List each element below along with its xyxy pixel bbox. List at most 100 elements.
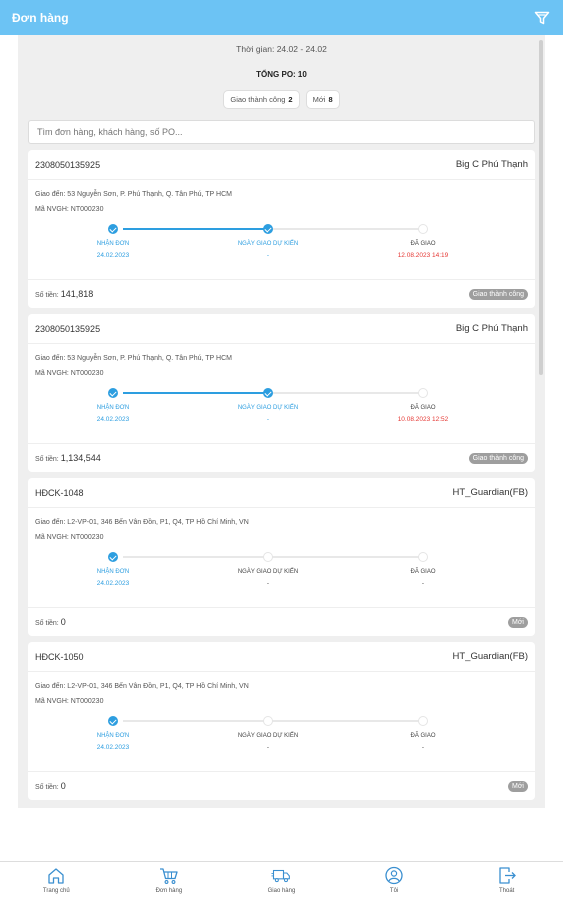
delivery-address: Giao đến: 53 Nguyễn Sơn, P. Phú Thạnh, Q… [35,191,232,198]
filter-icon[interactable] [533,9,551,27]
step-value: 24.02.2023 [96,580,130,587]
order-timeline: NHẬN ĐƠN 24.02.2023 NGÀY GIAO DỰ KIẾN - ĐÃ G… [28,549,535,601]
step-value: - [266,252,270,259]
timeline-step: NHẬN ĐƠN 24.02.2023 [58,567,168,589]
step-value: - [266,416,270,423]
truck-icon [271,869,291,883]
timeline-step-dot [108,388,118,398]
page-title: Đơn hàng [12,10,69,25]
order-code: 2308050135925 [35,159,101,170]
customer-name: Big C Phú Thạnh [455,159,528,170]
nav-profile[interactable]: Tôi [338,862,451,900]
timeline-step-dot [263,388,273,398]
status-badge: Giao thành công [468,452,528,464]
nav-orders[interactable]: Đơn hàng [113,862,226,900]
timeline-step: NHẬN ĐƠN 24.02.2023 [58,731,168,753]
user-icon [385,866,403,885]
order-code: HĐCK-1050 [35,651,84,662]
step-label: NGÀY GIAO DỰ KIẾN [237,569,299,575]
step-value: 24.02.2023 [96,416,130,423]
timeline-step: ĐÃ GIAO - [368,567,478,589]
scrollbar[interactable] [539,40,543,375]
order-timeline: NHẬN ĐƠN 24.02.2023 NGÀY GIAO DỰ KIẾN - ĐÃ G… [28,221,535,273]
status-badge: Giao thành công [468,288,528,300]
customer-name: HT_Guardian(FB) [452,487,529,498]
order-address-block: Giao đến: L2-VP-01, 346 Bến Vân Đồn, P1,… [28,508,535,545]
status-badge: Mới [508,780,528,792]
timeline-step-dot [418,552,428,562]
order-address-block: Giao đến: L2-VP-01, 346 Bến Vân Đồn, P1,… [28,672,535,709]
order-amount: Số tiền: 0 [35,781,66,791]
order-card-footer: Số tiền: 141,818 Giao thành công [28,279,535,308]
order-timeline: NHẬN ĐƠN 24.02.2023 NGÀY GIAO DỰ KIẾN - ĐÃ G… [28,385,535,437]
timeline-progress [123,392,268,394]
chip-label: Mới [312,95,326,104]
step-value: - [266,580,270,587]
order-card-header: 2308050135925 Big C Phú Thạnh [28,150,535,180]
search-box [28,120,535,144]
order-card[interactable]: HĐCK-1050 HT_Guardian(FB) Giao đến: L2-VP-… [28,642,535,800]
home-icon [48,868,64,884]
timeline-step-dot [418,388,428,398]
step-label: ĐÃ GIAO [410,241,436,247]
step-value: 10.08.2023 12:52 [397,416,449,423]
timeline-step: ĐÃ GIAO 10.08.2023 12:52 [368,403,478,425]
customer-name: HT_Guardian(FB) [452,651,529,662]
amount-label: Số tiền: [35,784,59,791]
nav-home[interactable]: Trang chủ [0,862,113,900]
status-chips: Giao thành công 2 Mới 8 [18,90,545,109]
amount-value: 1,134,544 [60,453,101,463]
order-card[interactable]: 2308050135925 Big C Phú Thạnh Giao đến: 53… [28,150,535,308]
amount-label: Số tiền: [35,456,59,463]
timeline-step: ĐÃ GIAO 12.08.2023 14:19 [368,239,478,261]
timeline-step-dot [108,716,118,726]
order-amount: Số tiền: 0 [35,617,66,627]
order-amount: Số tiền: 1,134,544 [35,453,101,463]
chip-delivered[interactable]: Giao thành công 2 [223,90,300,109]
step-value: - [421,580,425,587]
customer-name: Big C Phú Thạnh [455,323,528,334]
order-card-footer: Số tiền: 0 Mới [28,771,535,800]
timeline-track [123,556,423,558]
carrier-code: Mã NVGH: NT000230 [35,534,104,541]
app-header: Đơn hàng [0,0,563,35]
nav-delivery[interactable]: Giao hàng [225,862,338,900]
timeline-step: NHẬN ĐƠN 24.02.2023 [58,403,168,425]
order-card[interactable]: HĐCK-1048 HT_Guardian(FB) Giao đến: L2-VP-… [28,478,535,636]
nav-label: Giao hàng [267,888,296,894]
step-label: ĐÃ GIAO [410,733,436,739]
order-card-header: HĐCK-1048 HT_Guardian(FB) [28,478,535,508]
order-card-header: 2308050135925 Big C Phú Thạnh [28,314,535,344]
status-badge: Mới [508,616,528,628]
step-value: - [266,744,270,751]
order-card[interactable]: 2308050135925 Big C Phú Thạnh Giao đến: 53… [28,314,535,472]
order-list-panel: Thời gian: 24.02 - 24.02 TỔNG PO: 10 Gia… [18,35,545,808]
search-input[interactable] [37,127,526,137]
order-timeline: NHẬN ĐƠN 24.02.2023 NGÀY GIAO DỰ KIẾN - ĐÃ G… [28,713,535,765]
timeline-step: NHẬN ĐƠN 24.02.2023 [58,239,168,261]
step-value: 24.02.2023 [96,252,130,259]
order-code: 2308050135925 [35,323,101,334]
delivery-address: Giao đến: L2-VP-01, 346 Bến Vân Đồn, P1,… [35,519,249,526]
order-amount: Số tiền: 141,818 [35,289,93,299]
step-label: NGÀY GIAO DỰ KIẾN [237,405,299,411]
delivery-address: Giao đến: L2-VP-01, 346 Bến Vân Đồn, P1,… [35,683,249,690]
carrier-code: Mã NVGH: NT000230 [35,698,104,705]
order-address-block: Giao đến: 53 Nguyễn Sơn, P. Phú Thạnh, Q… [28,344,535,381]
chip-label: Giao thành công [230,95,286,104]
nav-logout[interactable]: Thoát [450,862,563,900]
step-label: ĐÃ GIAO [410,405,436,411]
step-label: NHẬN ĐƠN [96,241,130,247]
chip-new[interactable]: Mới 8 [305,90,340,109]
order-code: HĐCK-1048 [35,487,84,498]
amount-value: 141,818 [60,289,94,299]
step-label: NGÀY GIAO DỰ KIẾN [237,733,299,739]
order-card-header: HĐCK-1050 HT_Guardian(FB) [28,642,535,672]
timeline-track [123,720,423,722]
step-value: - [421,744,425,751]
total-po: TỔNG PO: 10 [256,70,307,79]
period-text: Thời gian: 24.02 - 24.02 [236,44,327,54]
chip-count: 2 [288,95,293,104]
timeline-step-dot [108,552,118,562]
order-card-footer: Số tiền: 0 Mới [28,607,535,636]
